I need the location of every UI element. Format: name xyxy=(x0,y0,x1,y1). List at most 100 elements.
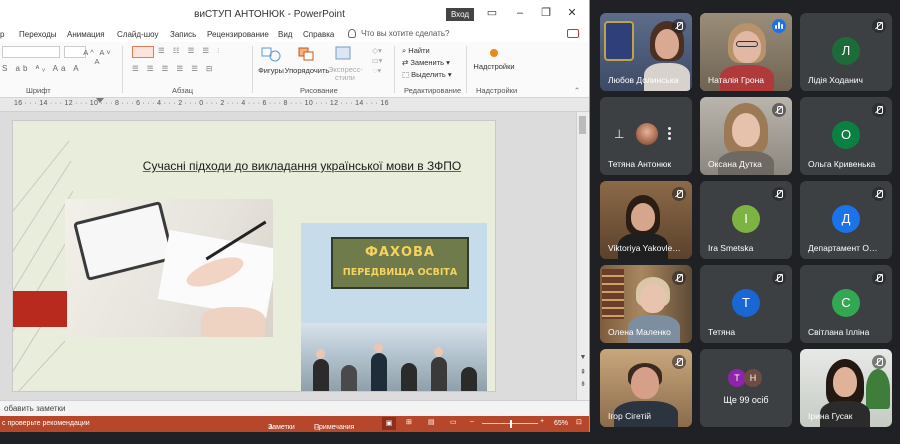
zoom-level[interactable]: 65% xyxy=(554,420,568,427)
mic-off-icon xyxy=(872,103,886,117)
scrollbar-thumb[interactable] xyxy=(579,116,586,134)
red-accent-bar xyxy=(13,291,67,327)
arrange-icon[interactable] xyxy=(296,46,318,62)
tab-animations[interactable]: Анимация xyxy=(67,30,105,39)
mic-off-icon xyxy=(772,271,786,285)
menu-tabs: р Переходы Анимация Слайд-шоу Запись Рец… xyxy=(0,28,589,42)
audience-person xyxy=(431,357,447,391)
shapes-icon[interactable] xyxy=(258,46,284,62)
addins-icon[interactable] xyxy=(482,46,506,60)
face xyxy=(732,113,760,147)
participant-tile[interactable]: Ірина Гусак xyxy=(800,349,892,427)
participant-tile[interactable]: Т Тетяна xyxy=(700,265,792,343)
slide-title[interactable]: Сучасні підходи до викладання українсько… xyxy=(13,159,495,173)
slide-edit-area[interactable]: Сучасні підходи до викладання українсько… xyxy=(0,112,576,400)
tell-me-search[interactable]: Что вы хотите сделать? xyxy=(348,29,449,38)
font-size-buttons[interactable]: A^ A˅ A xyxy=(78,48,118,66)
more-participants-tile[interactable]: Т Н Ще 99 осіб xyxy=(700,349,792,427)
participant-name: Ігор Сігетій xyxy=(608,411,652,421)
group-separator xyxy=(122,46,123,93)
participant-tile[interactable]: Олена Маленко xyxy=(600,265,692,343)
vertical-scrollbar[interactable]: ▼ ⇞ ⇟ xyxy=(576,112,588,400)
participant-tile[interactable]: Л Лідія Ходанич xyxy=(800,13,892,91)
participant-name: Ira Smetska xyxy=(708,243,754,253)
slideshow-view-icon[interactable]: ▭ xyxy=(450,418,457,426)
fit-slide-icon[interactable]: ⊡ xyxy=(576,418,582,426)
participant-tile[interactable]: Оксана Дутка xyxy=(700,97,792,175)
shapes-label: Фигуры xyxy=(258,66,284,75)
next-slide-arrow[interactable]: ⇟ xyxy=(579,380,587,388)
minimize-button[interactable]: – xyxy=(512,6,528,20)
tablet-image xyxy=(73,201,175,281)
prev-slide-arrow[interactable]: ⇞ xyxy=(579,368,587,376)
participant-tile-speaking[interactable]: Наталія Грона xyxy=(700,13,792,91)
tab-view[interactable]: Вид xyxy=(278,30,292,39)
replace-button[interactable]: ⇄ Заменить ▾ xyxy=(402,58,450,67)
participant-tile[interactable]: Любов Долинська xyxy=(600,13,692,91)
notes-pane[interactable]: обавить заметки xyxy=(0,400,589,416)
find-button[interactable]: ⌕ Найти xyxy=(402,46,430,56)
participant-tile-pinned[interactable]: ⊥ Тетяна Антонюк xyxy=(600,97,692,175)
participant-tile[interactable]: Viktoriya Yakovle… xyxy=(600,181,692,259)
ruler-indent-marker[interactable] xyxy=(96,98,104,103)
lightbulb-icon xyxy=(348,29,356,38)
participant-tile[interactable]: О Ольга Кривенька xyxy=(800,97,892,175)
slide-sorter-icon[interactable]: ⊞ xyxy=(406,418,412,426)
tab-slideshow[interactable]: Слайд-шоу xyxy=(117,30,158,39)
face xyxy=(640,283,666,313)
more-options-icon[interactable] xyxy=(668,127,672,142)
tab-transitions[interactable]: Переходы xyxy=(19,30,57,39)
participant-tile[interactable]: I Ira Smetska xyxy=(700,181,792,259)
horizontal-ruler: 16 · · · 14 · · · 12 · · · 10 · · · 8 · … xyxy=(0,98,589,112)
more-participants-avatars: Т Н xyxy=(728,369,768,389)
writing-hand-photo[interactable] xyxy=(65,199,273,337)
align-buttons[interactable]: ☰ ☰ ☰ ☰ ☰ ⊟ xyxy=(132,64,228,76)
tab-design[interactable]: р xyxy=(0,30,4,39)
scroll-down-arrow[interactable]: ▼ xyxy=(579,354,587,361)
participant-name: Олена Маленко xyxy=(608,327,671,337)
zoom-in-icon[interactable]: + xyxy=(540,418,544,425)
paragraph-buttons-row1[interactable]: ☰ ☷ ☰ ☰ ⫶ xyxy=(158,46,228,58)
quick-styles-icon[interactable] xyxy=(332,46,354,62)
tab-record[interactable]: Запись xyxy=(170,30,196,39)
shape-format-buttons[interactable]: ◇▾ ▭▾ ◌▾ xyxy=(366,46,388,76)
slide-canvas[interactable]: Сучасні підходи до викладання українсько… xyxy=(12,120,496,392)
emblem-image xyxy=(604,21,634,61)
pin-icon[interactable]: ⊥ xyxy=(614,127,624,141)
select-button[interactable]: ⬚ Выделить ▾ xyxy=(402,70,452,79)
audience-head xyxy=(316,349,325,359)
resting-hand xyxy=(201,307,265,337)
participant-tile[interactable]: Ігор Сігетій xyxy=(600,349,692,427)
group-separator xyxy=(466,46,467,93)
maximize-button[interactable]: ❐ xyxy=(538,6,554,20)
screen: виСТУП АНТОНЮК - PowerPoint Вход ▭ – ❐ ✕… xyxy=(0,0,900,444)
arrange-label: Упорядочить xyxy=(284,66,330,75)
comments-label: Примечания xyxy=(314,424,355,431)
collapse-ribbon-icon[interactable]: ⌃ xyxy=(572,86,582,95)
audience-head xyxy=(374,343,383,353)
face xyxy=(631,367,659,399)
group-font-label: Шрифт xyxy=(26,86,51,95)
mic-off-icon xyxy=(872,355,886,369)
bookshelf xyxy=(602,269,624,319)
bullets-button[interactable] xyxy=(132,46,154,58)
status-recommendations[interactable]: с проверьте рекомендации xyxy=(2,420,90,427)
zoom-out-icon[interactable]: – xyxy=(470,418,474,425)
sign-in-button[interactable]: Вход xyxy=(446,8,474,21)
group-drawing-label: Рисование xyxy=(300,86,338,95)
zoom-slider-knob[interactable] xyxy=(510,420,512,428)
mic-off-icon xyxy=(772,103,786,117)
education-photo[interactable]: ФАХОВА ПЕРЕДВИЩА ОСВІТА xyxy=(301,223,487,391)
font-name-box[interactable] xyxy=(2,46,60,58)
board-line1: ФАХОВА xyxy=(365,245,435,260)
reading-view-icon[interactable]: ▤ xyxy=(428,418,435,426)
normal-view-icon[interactable]: ▣ xyxy=(382,417,396,430)
tab-review[interactable]: Рецензирование xyxy=(207,30,269,39)
participant-tile[interactable]: Д Департамент О… xyxy=(800,181,892,259)
close-button[interactable]: ✕ xyxy=(564,6,580,20)
comments-icon[interactable] xyxy=(567,29,579,38)
participant-name: Ольга Кривенька xyxy=(808,159,876,169)
tab-help[interactable]: Справка xyxy=(303,30,334,39)
ribbon-display-icon[interactable]: ▭ xyxy=(484,6,500,20)
participant-tile[interactable]: С Світлана Ілліна xyxy=(800,265,892,343)
